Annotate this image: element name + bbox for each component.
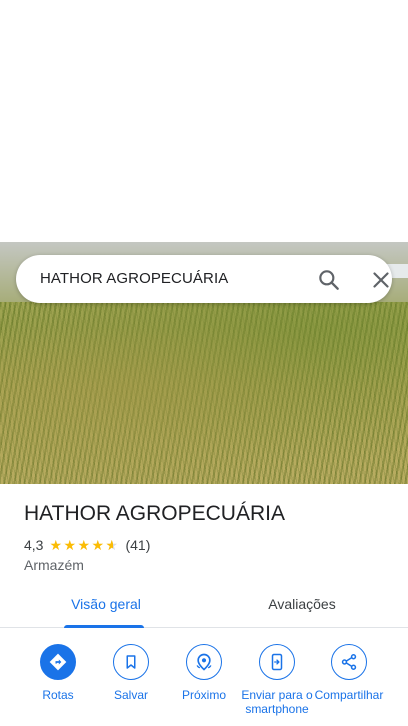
send-to-phone-button[interactable]: Enviar para o smartphone xyxy=(240,644,314,716)
place-category[interactable]: Armazém xyxy=(24,557,84,573)
bookmark-icon xyxy=(113,644,149,680)
tab-reviews[interactable]: Avaliações xyxy=(254,588,350,628)
search-bar[interactable]: HATHOR AGROPECUÁRIA xyxy=(16,255,392,303)
star-icon: ★ xyxy=(63,537,77,553)
star-icon: ★ xyxy=(49,537,63,553)
save-button[interactable]: Salvar xyxy=(94,644,168,702)
share-label: Compartilhar xyxy=(314,688,384,702)
search-input[interactable]: HATHOR AGROPECUÁRIA xyxy=(40,270,228,287)
tab-bar: Visão geral Avaliações xyxy=(0,588,408,628)
nearby-icon xyxy=(186,644,222,680)
half-star-icon: ★ xyxy=(105,538,119,552)
share-icon xyxy=(331,644,367,680)
nearby-button[interactable]: Próximo xyxy=(167,644,241,702)
directions-label: Rotas xyxy=(42,688,74,702)
place-panel: HATHOR AGROPECUÁRIA 4,3 ★ ★ ★ ★ ★ (41) A… xyxy=(0,484,408,726)
send-to-phone-label: Enviar para o smartphone xyxy=(241,688,313,716)
send-to-phone-icon xyxy=(259,644,295,680)
star-icon: ★ xyxy=(77,537,91,553)
nearby-label: Próximo xyxy=(181,688,226,702)
star-rating: ★ ★ ★ ★ ★ xyxy=(49,538,119,552)
action-buttons: Rotas Salvar Próximo Enviar para o smart… xyxy=(0,644,408,726)
rating-row[interactable]: 4,3 ★ ★ ★ ★ ★ (41) xyxy=(24,537,150,553)
rating-value: 4,3 xyxy=(24,537,44,553)
share-button[interactable]: Compartilhar xyxy=(312,644,386,702)
close-icon[interactable] xyxy=(368,267,394,293)
search-icon[interactable] xyxy=(316,267,342,293)
place-title: HATHOR AGROPECUÁRIA xyxy=(24,502,285,525)
directions-button[interactable]: Rotas xyxy=(21,644,95,702)
tab-overview[interactable]: Visão geral xyxy=(58,588,154,628)
directions-icon xyxy=(40,644,76,680)
review-count[interactable]: (41) xyxy=(125,537,150,553)
star-icon: ★ xyxy=(91,537,105,553)
map-area[interactable] xyxy=(0,0,408,242)
save-label: Salvar xyxy=(113,688,148,702)
